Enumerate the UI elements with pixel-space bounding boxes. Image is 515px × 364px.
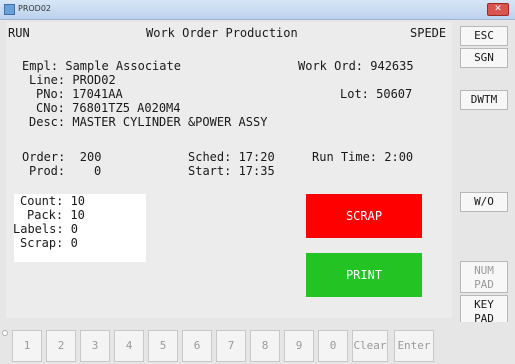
work-order-button[interactable]: W/O [460, 192, 508, 212]
pack-field: Pack: 10 [27, 208, 85, 222]
start-time-field: Start: 17:35 [188, 164, 275, 178]
key-clear[interactable]: Clear [352, 330, 388, 362]
key-enter[interactable]: Enter [394, 330, 434, 362]
screen-title: Work Order Production [146, 26, 298, 40]
customer-number-field: CNo: 76801TZ5 A020M4 [36, 101, 181, 115]
esc-button[interactable]: ESC [460, 26, 508, 46]
key-3[interactable]: 3 [80, 330, 110, 362]
print-button[interactable]: PRINT [306, 253, 422, 297]
key-6[interactable]: 6 [182, 330, 212, 362]
key-4[interactable]: 4 [114, 330, 144, 362]
employee-field: Empl: Sample Associate [22, 59, 181, 73]
key-5[interactable]: 5 [148, 330, 178, 362]
key-9[interactable]: 9 [284, 330, 314, 362]
run-time-field: Run Time: 2:00 [312, 150, 414, 164]
labels-field: Labels: 0 [13, 222, 79, 236]
lot-field: Lot: 50607 [340, 87, 413, 101]
part-number-field: PNo: 17041AA [36, 87, 123, 101]
key-7[interactable]: 7 [216, 330, 246, 362]
counts-panel: Count: 10 Pack: 10 Labels: 0 Scrap: 0 [13, 194, 146, 262]
key-2[interactable]: 2 [46, 330, 76, 362]
mode-label: RUN [8, 26, 30, 40]
work-order-field: Work Ord: 942635 [298, 59, 414, 73]
close-window-button[interactable]: ✕ [487, 3, 509, 16]
scheduled-time-field: Sched: 17:20 [188, 150, 275, 164]
sign-button[interactable]: SGN [460, 48, 508, 68]
key-8[interactable]: 8 [250, 330, 280, 362]
description-field: Desc: MASTER CYLINDER &POWER ASSY [29, 115, 268, 129]
line-field: Line: PROD02 [29, 73, 116, 87]
downtime-button[interactable]: DWTM [460, 90, 508, 110]
produced-qty-field: Prod: 0 [29, 164, 102, 178]
scrap-count-field: Scrap: 0 [20, 236, 78, 250]
num-pad-button[interactable]: NUM PAD [460, 261, 508, 293]
window-titlebar: PROD02 ✕ [0, 0, 515, 20]
scrap-button[interactable]: SCRAP [306, 194, 422, 238]
keypad-corner-marker [2, 330, 8, 336]
order-qty-field: Order: 200 [22, 150, 102, 164]
count-field: Count: 10 [20, 194, 86, 208]
keypad-row: 1 2 3 4 5 6 7 8 9 0 Clear Enter [0, 322, 515, 364]
window-title: PROD02 [18, 4, 52, 13]
key-0[interactable]: 0 [318, 330, 348, 362]
key-1[interactable]: 1 [12, 330, 42, 362]
app-icon [4, 4, 15, 15]
system-label: SPEDE [410, 26, 447, 40]
